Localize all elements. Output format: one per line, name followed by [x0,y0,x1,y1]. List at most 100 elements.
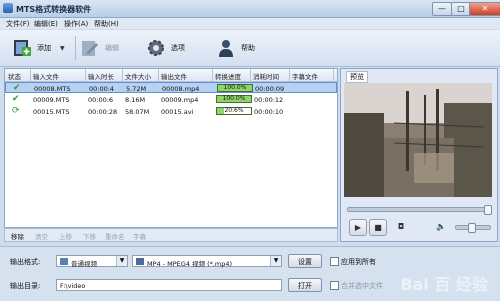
apply-all-label: 应用到所有 [341,258,376,266]
output-dir-label: 输出目录: [10,282,41,290]
rename-button[interactable]: 重命名 [105,231,125,241]
chevron-down-icon: ▼ [270,256,281,266]
table-row[interactable]: ⟳ 00015.MTS 00:00:28 58.07M 00015.avi 20… [5,106,337,117]
open-folder-button[interactable]: 打开 [288,278,322,292]
col-divider [212,69,213,81]
progress-text: 100.0% [223,84,247,91]
duration-cell: 00:00:6 [88,96,114,104]
size-cell: 5.72M [126,85,147,93]
table-row[interactable]: ✔ 00008.MTS 00:00:4 5.72M 00008.mp4 100.… [5,82,337,93]
duration-cell: 00:00:4 [89,85,115,93]
watermark-logo: Bai 百 经验 [400,275,488,294]
col-divider [333,69,334,81]
col-size[interactable]: 文件大小 [125,71,151,81]
col-input-file[interactable]: 输入文件 [33,71,59,81]
col-divider [250,69,251,81]
settings-button[interactable]: 设置 [288,254,322,268]
merge-checkbox[interactable] [330,281,339,290]
format-value: MP4 - MPEG4 视频 (*.mp4) [147,260,233,268]
format-category-value: 普通视频 [71,260,97,268]
seek-handle[interactable] [484,205,492,215]
elapsed-cell: 00:00:10 [254,108,284,116]
col-progress[interactable]: 转换进度 [215,71,241,81]
options-button[interactable]: 选项 [146,34,185,62]
progress-bar: 100.0% [216,95,252,103]
col-divider [158,69,159,81]
add-label: 添加 [37,44,51,52]
add-dropdown-arrow-icon[interactable]: ▼ [60,45,65,52]
stop-button[interactable]: ■ [369,219,387,236]
edit-label: 编辑 [105,44,119,52]
output-file-cell: 00008.mp4 [162,85,200,93]
elapsed-cell: 00:00:09 [255,85,285,93]
menu-operate[interactable]: 操作(A) [64,19,88,29]
file-table: 状态 输入文件 输入时长 文件大小 输出文件 转换进度 消耗时间 字幕文件 ✔ … [4,68,338,228]
window-title: MTS格式转换器软件 [16,5,92,14]
apply-all-checkbox[interactable] [330,257,339,266]
minimize-button[interactable]: — [432,2,452,16]
video-preview [344,83,492,197]
camera-snapshot-icon[interactable]: ◘ [393,219,409,234]
progress-text: 100.0% [222,95,246,102]
clear-button[interactable]: 清空 [35,231,48,241]
size-cell: 8.16M [125,96,146,104]
remove-button[interactable]: 移除 [11,231,24,241]
play-button[interactable]: ▶ [349,219,367,236]
col-duration[interactable]: 输入时长 [88,71,114,81]
col-subtitle[interactable]: 字幕文件 [292,71,318,81]
menu-file[interactable]: 文件(F) [6,19,30,29]
col-status[interactable]: 状态 [8,71,21,81]
maximize-button[interactable]: □ [451,2,471,16]
subtitle-button[interactable]: 字幕 [133,231,146,241]
menu-help[interactable]: 帮助(H) [94,19,119,29]
gear-icon [146,38,166,58]
edit-button[interactable]: 编辑 [80,34,119,62]
volume-icon[interactable]: 🔈 [433,219,449,234]
size-cell: 58.07M [125,108,150,116]
table-actions-bar: 移除 清空 上移 下移 重命名 字幕 [4,228,338,242]
output-dir-input[interactable]: F:\video [56,279,282,291]
input-file-cell: 00015.MTS [33,108,70,116]
output-file-cell: 00015.avi [161,108,194,116]
help-label: 帮助 [241,44,255,52]
volume-handle[interactable] [468,223,476,233]
seek-slider[interactable] [347,205,492,215]
video-category-icon [60,258,68,265]
col-divider [122,69,123,81]
col-elapsed[interactable]: 消耗时间 [253,71,279,81]
input-file-cell: 00009.MTS [33,96,70,104]
table-row[interactable]: ✔ 00009.MTS 00:00:6 8.16M 00009.mp4 100.… [5,94,337,105]
menu-bar: 文件(F) 编辑(E) 操作(A) 帮助(H) [0,18,500,29]
elapsed-cell: 00:00:12 [254,96,284,104]
col-divider [30,69,31,81]
move-down-button[interactable]: 下移 [83,231,96,241]
format-select[interactable]: MP4 - MPEG4 视频 (*.mp4) ▼ [132,255,282,268]
table-header: 状态 输入文件 输入时长 文件大小 输出文件 转换进度 消耗时间 字幕文件 [5,69,337,82]
volume-slider[interactable] [455,223,491,233]
help-button[interactable]: 帮助 [216,34,255,62]
progress-bar: 100.0% [217,84,253,92]
progress-text: 20.6% [224,107,244,114]
done-check-icon: ✔ [12,94,20,104]
title-bar: MTS格式转换器软件 — □ ✕ [0,0,500,18]
toolbar-divider [75,36,76,60]
converting-refresh-icon: ⟳ [12,106,20,116]
merge-label: 合并选中文件 [341,282,383,290]
menu-edit[interactable]: 编辑(E) [34,19,58,29]
output-settings-panel: 输出格式: 普通视频 ▼ MP4 - MPEG4 视频 (*.mp4) ▼ 设置… [0,246,500,301]
film-add-icon [12,38,32,58]
duration-cell: 00:00:28 [88,108,118,116]
output-format-label: 输出格式: [10,258,41,266]
preview-label: 预览 [346,71,368,83]
done-check-icon: ✔ [13,83,21,93]
video-frame-image [344,83,492,197]
app-icon [3,3,13,13]
close-button[interactable]: ✕ [469,2,500,16]
col-output-file[interactable]: 输出文件 [161,71,187,81]
move-up-button[interactable]: 上移 [59,231,72,241]
format-category-select[interactable]: 普通视频 ▼ [56,255,128,268]
edit-icon [80,38,100,58]
add-button[interactable]: 添加 ▼ [12,34,65,62]
output-dir-value: F:\video [60,282,86,290]
output-file-cell: 00009.mp4 [161,96,199,104]
